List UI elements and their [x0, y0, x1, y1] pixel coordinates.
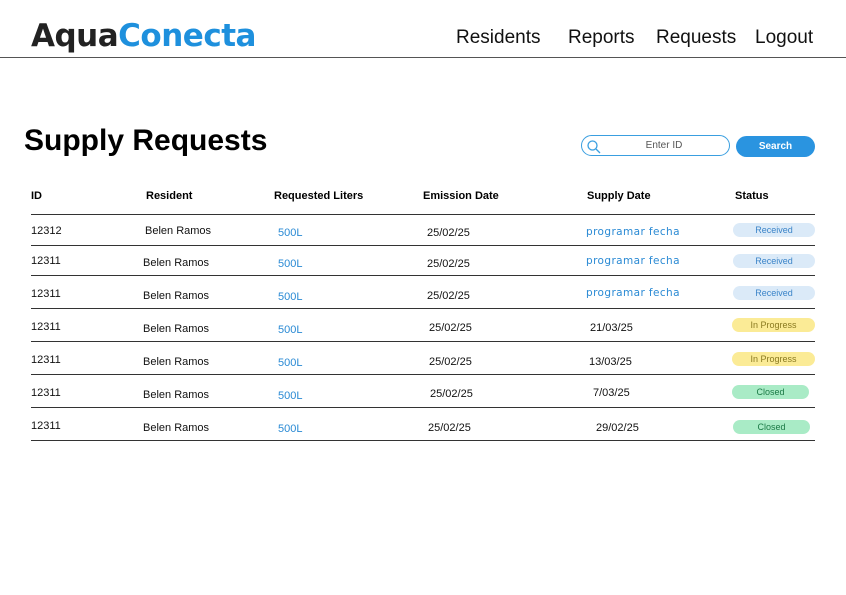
cell-id: 12311: [31, 321, 61, 333]
cell-resident: Belen Ramos: [143, 290, 210, 302]
nav-reports[interactable]: Reports: [568, 27, 635, 49]
cell-emission-date: 25/02/25: [427, 258, 470, 270]
schedule-date-link[interactable]: programar fecha: [586, 226, 680, 238]
cell-id: 12311: [31, 255, 61, 267]
cell-emission-date: 25/02/25: [427, 227, 470, 239]
column-header-resident: Resident: [146, 190, 193, 202]
cell-liters: 500L: [278, 357, 303, 369]
row-divider: [31, 407, 815, 408]
column-header-status: Status: [735, 190, 769, 202]
row-divider: [31, 440, 815, 441]
cell-id: 12311: [31, 387, 61, 399]
cell-liters: 500L: [278, 258, 303, 270]
column-header-id: ID: [31, 190, 42, 202]
cell-resident: Belen Ramos: [143, 389, 210, 401]
cell-resident: Belen Ramos: [143, 422, 210, 434]
nav-requests[interactable]: Requests: [656, 27, 736, 49]
status-badge: In Progress: [732, 352, 815, 366]
row-divider: [31, 341, 815, 342]
row-divider: [31, 308, 815, 309]
cell-resident: Belen Ramos: [143, 323, 210, 335]
cell-resident: Belen Ramos: [143, 356, 210, 368]
cell-emission-date: 25/02/25: [429, 356, 472, 368]
column-header-liters: Requested Liters: [274, 190, 364, 202]
cell-supply-date: 21/03/25: [590, 322, 633, 334]
cell-liters: 500L: [278, 227, 303, 239]
search-icon: [587, 140, 601, 154]
cell-resident: Belen Ramos: [143, 257, 210, 269]
cell-id: 12311: [31, 420, 61, 432]
top-header: AquaConecta Residents Reports Requests L…: [0, 0, 846, 58]
cell-id: 12312: [31, 225, 62, 237]
row-divider: [31, 245, 815, 246]
cell-emission-date: 25/02/25: [430, 388, 473, 400]
page-title: Supply Requests: [24, 124, 268, 157]
cell-emission-date: 25/02/25: [428, 422, 471, 434]
cell-emission-date: 25/02/25: [427, 290, 470, 302]
cell-supply-date: 29/02/25: [596, 422, 639, 434]
nav-logout[interactable]: Logout: [755, 27, 813, 49]
cell-liters: 500L: [278, 423, 303, 435]
status-badge: Received: [733, 223, 815, 237]
schedule-date-link[interactable]: programar fecha: [586, 255, 680, 267]
search-button[interactable]: Search: [736, 136, 815, 157]
row-divider: [31, 275, 815, 276]
cell-liters: 500L: [278, 324, 303, 336]
header-divider: [31, 214, 815, 215]
status-badge: Closed: [733, 420, 810, 434]
cell-id: 12311: [31, 354, 61, 366]
column-header-emission-date: Emission Date: [423, 190, 499, 202]
search-box[interactable]: [581, 135, 730, 156]
schedule-date-link[interactable]: programar fecha: [586, 287, 680, 299]
status-badge: In Progress: [732, 318, 815, 332]
cell-liters: 500L: [278, 390, 303, 402]
search-input[interactable]: [604, 137, 724, 154]
row-divider: [31, 374, 815, 375]
cell-supply-date: 7/03/25: [593, 387, 630, 399]
status-badge: Received: [733, 286, 815, 300]
status-badge: Received: [733, 254, 815, 268]
cell-liters: 500L: [278, 291, 303, 303]
logo-text-conecta: Conecta: [118, 18, 256, 54]
cell-resident: Belen Ramos: [145, 225, 212, 237]
app-logo[interactable]: AquaConecta: [31, 14, 256, 58]
column-header-supply-date: Supply Date: [587, 190, 651, 202]
cell-emission-date: 25/02/25: [429, 322, 472, 334]
cell-supply-date: 13/03/25: [589, 356, 632, 368]
nav-residents[interactable]: Residents: [456, 27, 541, 49]
logo-text-aqua: Aqua: [31, 18, 119, 54]
status-badge: Closed: [732, 385, 809, 399]
cell-id: 12311: [31, 288, 61, 300]
